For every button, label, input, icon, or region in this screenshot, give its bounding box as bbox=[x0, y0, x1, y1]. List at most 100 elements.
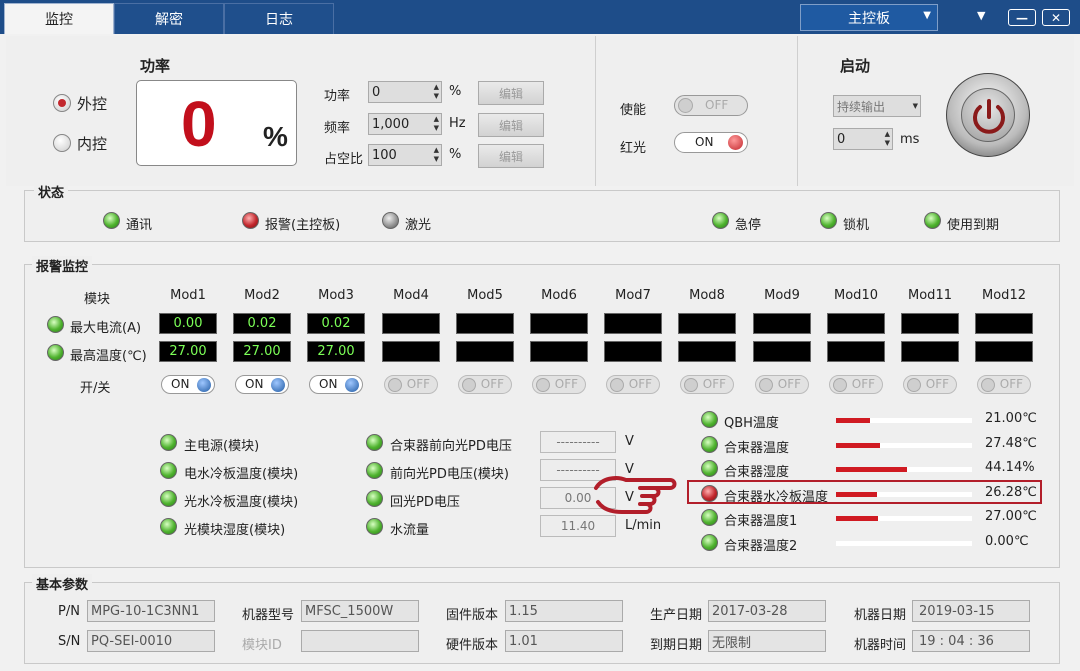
sensor-led bbox=[701, 509, 718, 526]
max-current-cell: 0.02 bbox=[307, 313, 365, 334]
status-label: 锁机 bbox=[843, 218, 870, 233]
check-label: 水流量 bbox=[390, 523, 430, 538]
check-led bbox=[160, 490, 177, 507]
status-title: 状态 bbox=[34, 182, 69, 201]
module-header: Mod9 bbox=[764, 288, 800, 303]
expiry-led bbox=[924, 212, 941, 229]
board-select[interactable]: 主控板 ▼ bbox=[800, 4, 938, 31]
switch-knob bbox=[684, 378, 698, 392]
check-label: 合束器前向光PD电压 bbox=[390, 439, 512, 454]
spin-arrows-icon[interactable]: ▲ ▼ bbox=[434, 83, 439, 101]
power-input[interactable]: 0 ▲ ▼ bbox=[368, 81, 442, 103]
sensor-value: 27.00℃ bbox=[985, 509, 1037, 524]
switch-knob bbox=[197, 378, 211, 392]
module-switch[interactable]: OFF bbox=[903, 375, 957, 394]
max-temp-cell bbox=[678, 341, 736, 362]
close-button[interactable]: ✕ bbox=[1042, 9, 1070, 26]
tab-monitor[interactable]: 监控 bbox=[4, 3, 114, 34]
power-input-value: 0 bbox=[372, 84, 381, 100]
ms-unit: ms bbox=[900, 132, 920, 147]
module-switch[interactable]: OFF bbox=[532, 375, 586, 394]
pointing-hand-icon bbox=[594, 476, 677, 514]
ms-input[interactable]: 0 ▲ ▼ bbox=[833, 128, 893, 150]
max-current-cell bbox=[827, 313, 885, 334]
menu-dropdown-icon[interactable]: ▼ bbox=[977, 9, 985, 22]
chevron-down-icon: ▼ bbox=[923, 10, 931, 21]
sensor-value: 21.00℃ bbox=[985, 411, 1037, 426]
module-switch[interactable]: OFF bbox=[755, 375, 809, 394]
max-temp-cell bbox=[827, 341, 885, 362]
module-switch-state: OFF bbox=[851, 377, 875, 391]
module-switch[interactable]: OFF bbox=[829, 375, 883, 394]
toggle-knob bbox=[678, 98, 693, 113]
highlight-frame bbox=[687, 480, 1042, 504]
edit-frequency-button[interactable]: 编辑 bbox=[478, 113, 544, 137]
toggle-knob bbox=[728, 135, 743, 150]
module-header: Mod11 bbox=[908, 288, 952, 303]
module-switch[interactable]: OFF bbox=[680, 375, 734, 394]
model-label: 机器型号 bbox=[242, 608, 295, 623]
tab-decrypt[interactable]: 解密 bbox=[114, 3, 224, 34]
power-button[interactable] bbox=[946, 73, 1030, 157]
module-header: Mod8 bbox=[689, 288, 725, 303]
sn-field: PQ-SEI-0010 bbox=[87, 630, 215, 652]
switch-knob bbox=[833, 378, 847, 392]
sensor-level-bar bbox=[836, 467, 972, 472]
module-switch-state: ON bbox=[171, 377, 190, 391]
max-current-cell bbox=[456, 313, 514, 334]
sensor-label: 合束器温度2 bbox=[724, 539, 798, 554]
check-label: 光水冷板温度(模块) bbox=[184, 495, 299, 510]
spin-arrows-icon[interactable]: ▲ ▼ bbox=[434, 146, 439, 164]
switch-label: 开/关 bbox=[80, 381, 111, 396]
enable-state: OFF bbox=[705, 98, 729, 112]
switch-knob bbox=[462, 378, 476, 392]
pn-label: P/N bbox=[58, 604, 80, 619]
enable-toggle[interactable]: OFF bbox=[674, 95, 748, 116]
frequency-input[interactable]: 1,000 ▲ ▼ bbox=[368, 113, 442, 135]
basic-title: 基本参数 bbox=[32, 574, 93, 593]
sensor-level-bar bbox=[836, 516, 972, 521]
internal-control-radio[interactable] bbox=[53, 134, 71, 152]
tab-log[interactable]: 日志 bbox=[224, 3, 334, 34]
module-header: Mod12 bbox=[982, 288, 1026, 303]
duty-input[interactable]: 100 ▲ ▼ bbox=[368, 144, 442, 166]
sensor-level-fill bbox=[836, 418, 870, 423]
minimize-button[interactable]: — bbox=[1008, 9, 1036, 26]
module-header: Mod4 bbox=[393, 288, 429, 303]
check-led bbox=[366, 462, 383, 479]
spin-arrows-icon[interactable]: ▲ ▼ bbox=[434, 115, 439, 133]
check-led bbox=[160, 518, 177, 535]
sensor-led bbox=[701, 460, 718, 477]
module-switch[interactable]: OFF bbox=[458, 375, 512, 394]
module-switch[interactable]: OFF bbox=[384, 375, 438, 394]
max-temp-cell bbox=[382, 341, 440, 362]
external-control-radio[interactable] bbox=[53, 94, 71, 112]
internal-control-label: 内控 bbox=[77, 135, 108, 153]
max-temp-cell: 27.00 bbox=[307, 341, 365, 362]
module-switch[interactable]: OFF bbox=[977, 375, 1031, 394]
redlight-toggle[interactable]: ON bbox=[674, 132, 748, 153]
redlight-label: 红光 bbox=[620, 141, 647, 156]
module-switch[interactable]: OFF bbox=[606, 375, 660, 394]
edit-power-button[interactable]: 编辑 bbox=[478, 81, 544, 105]
output-mode-select[interactable]: 持续输出 ▼ bbox=[833, 95, 921, 117]
max-temp-cell bbox=[530, 341, 588, 362]
module-switch[interactable]: ON bbox=[235, 375, 289, 394]
module-switch-state: OFF bbox=[702, 377, 726, 391]
machine-time-label: 机器时间 bbox=[854, 638, 907, 653]
sensor-level-bar bbox=[836, 541, 972, 546]
spin-arrows-icon[interactable]: ▲ ▼ bbox=[885, 130, 890, 148]
max-current-cell bbox=[678, 313, 736, 334]
module-header-label: 模块 bbox=[84, 292, 111, 307]
edit-duty-button[interactable]: 编辑 bbox=[478, 144, 544, 168]
module-switch-state: OFF bbox=[406, 377, 430, 391]
module-switch[interactable]: ON bbox=[309, 375, 363, 394]
module-header: Mod6 bbox=[541, 288, 577, 303]
divider bbox=[595, 36, 596, 186]
alarm-title: 报警监控 bbox=[32, 256, 93, 275]
check-label: 光模块湿度(模块) bbox=[184, 523, 286, 538]
sensor-value: 0.00℃ bbox=[985, 534, 1029, 549]
module-switch[interactable]: ON bbox=[161, 375, 215, 394]
external-control-label: 外控 bbox=[77, 95, 108, 113]
max-temp-label: 最高温度(℃) bbox=[70, 349, 147, 364]
